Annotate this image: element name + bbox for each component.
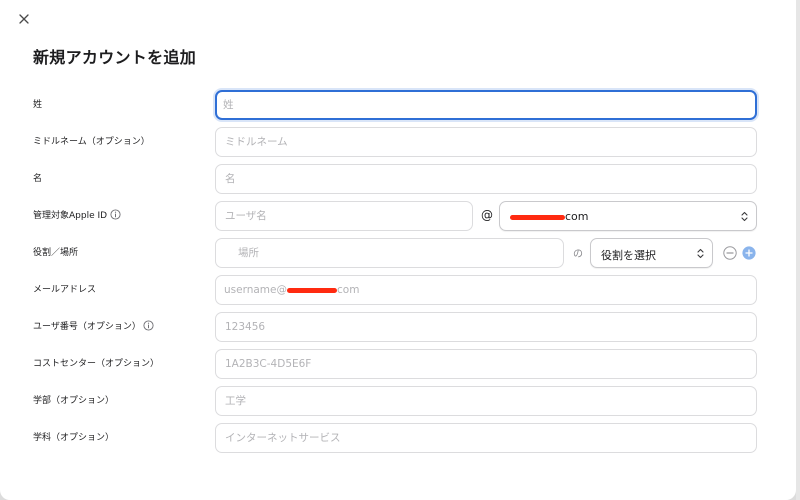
role-select[interactable]: 役割を選択 <box>590 238 713 268</box>
location-search-input[interactable] <box>215 238 564 268</box>
location-search <box>215 238 564 268</box>
add-role-button[interactable] <box>742 246 756 260</box>
info-icon[interactable] <box>143 320 154 331</box>
last-name-row: 姓 <box>0 90 796 120</box>
last-name-label: 姓 <box>33 100 43 110</box>
user-number-row: ユーザ番号（オプション） <box>0 312 796 342</box>
chevron-updown-icon <box>697 248 704 259</box>
apple-id-username-input[interactable] <box>215 201 473 231</box>
role-location-row: 役割／場所 の 役割を選択 <box>0 238 796 268</box>
first-name-label: 名 <box>33 174 43 184</box>
user-number-input[interactable] <box>215 312 757 342</box>
department-label: 学部（オプション） <box>33 396 115 406</box>
last-name-input[interactable] <box>215 90 757 120</box>
middle-name-label: ミドルネーム（オプション） <box>33 137 150 147</box>
info-icon[interactable] <box>110 209 121 220</box>
window-edge <box>796 0 800 500</box>
managed-apple-id-label: 管理対象Apple ID <box>33 211 108 221</box>
first-name-input[interactable] <box>215 164 757 194</box>
middle-name-row: ミドルネーム（オプション） <box>0 127 796 157</box>
domain-suffix: com <box>565 210 589 223</box>
cost-center-input[interactable] <box>215 349 757 379</box>
at-sign: @ <box>481 208 493 222</box>
email-row: メールアドレス username@ com <box>0 275 796 305</box>
cost-center-label: コストセンター（オプション） <box>33 359 160 369</box>
managed-apple-id-row: 管理対象Apple ID @ com <box>0 201 796 231</box>
role-location-label: 役割／場所 <box>33 248 79 258</box>
major-input[interactable] <box>215 423 757 453</box>
redacted-domain <box>510 214 565 220</box>
connector-text: の <box>573 249 583 260</box>
major-row: 学科（オプション） <box>0 423 796 453</box>
dialog-title: 新規アカウントを追加 <box>33 48 197 67</box>
minus-circle-icon <box>723 246 737 260</box>
domain-select[interactable]: com <box>499 201 757 231</box>
major-label: 学科（オプション） <box>33 433 115 443</box>
email-input[interactable] <box>215 275 757 305</box>
department-input[interactable] <box>215 386 757 416</box>
remove-role-button[interactable] <box>723 246 737 260</box>
cost-center-row: コストセンター（オプション） <box>0 349 796 379</box>
user-number-label: ユーザ番号（オプション） <box>33 322 141 332</box>
chevron-updown-icon <box>741 211 748 222</box>
add-account-dialog: 新規アカウントを追加 姓 ミドルネーム（オプション） 名 管理対象Apple I… <box>0 0 796 500</box>
email-label: メールアドレス <box>33 285 97 295</box>
close-button[interactable] <box>15 10 33 28</box>
close-icon <box>19 14 29 24</box>
role-select-value: 役割を選択 <box>601 249 656 262</box>
department-row: 学部（オプション） <box>0 386 796 416</box>
middle-name-input[interactable] <box>215 127 757 157</box>
plus-circle-icon <box>742 246 756 260</box>
first-name-row: 名 <box>0 164 796 194</box>
